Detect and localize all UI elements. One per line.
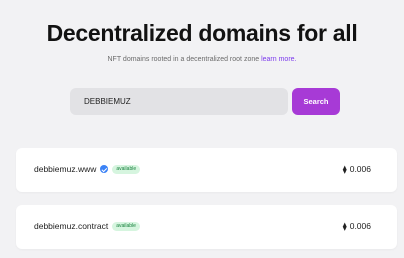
- price-value: 0.006: [349, 221, 371, 231]
- result-card[interactable]: debbiemuz.www available ⧫ 0.006: [16, 148, 397, 192]
- result-price: ⧫ 0.006: [343, 221, 371, 231]
- status-badge: available: [112, 221, 140, 231]
- ethereum-icon: ⧫: [342, 221, 347, 231]
- search-input[interactable]: DEBBIEMUZ: [70, 88, 288, 115]
- page-title: Decentralized domains for all: [46, 20, 358, 46]
- result-domain: debbiemuz.www available: [34, 164, 141, 174]
- price-value: 0.006: [349, 164, 371, 174]
- domain-name: debbiemuz.contract: [34, 221, 109, 231]
- hero-subtitle-text: NFT domains rooted in a decentralized ro…: [107, 56, 260, 63]
- learn-more-link[interactable]: learn more.: [261, 56, 296, 63]
- status-badge: available: [112, 164, 141, 174]
- result-card[interactable]: debbiemuz.contract available ⧫ 0.006: [16, 205, 397, 249]
- hero-subtitle: NFT domains rooted in a decentralized ro…: [0, 56, 404, 63]
- result-price: ⧫ 0.006: [343, 164, 371, 174]
- page: Decentralized domains for all NFT domain…: [0, 0, 404, 258]
- ethereum-icon: ⧫: [342, 164, 347, 174]
- result-domain: debbiemuz.contract available: [34, 221, 140, 231]
- search-button[interactable]: Search: [292, 88, 340, 115]
- domain-name: debbiemuz.www: [34, 164, 97, 174]
- verified-icon: [100, 165, 109, 173]
